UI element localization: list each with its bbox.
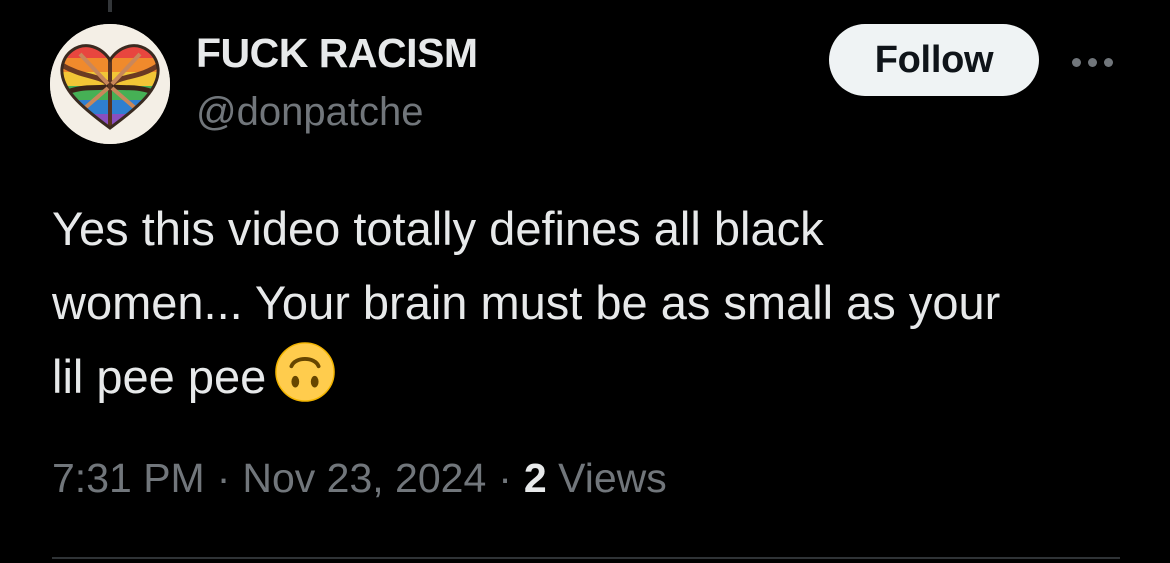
more-dot xyxy=(1103,57,1113,67)
more-dot xyxy=(1087,57,1097,67)
tweet-line: women... Your brain must be as small as … xyxy=(52,276,1001,329)
tweet-line-last: lil pee pee xyxy=(52,340,1132,414)
more-horizontal-icon[interactable] xyxy=(1064,44,1120,80)
tweet-time[interactable]: 7:31 PM xyxy=(52,455,205,501)
author-handle[interactable]: @donpatche xyxy=(196,90,423,135)
thread-connector-line xyxy=(108,0,112,12)
views-count: 2 xyxy=(523,455,547,501)
views-label: Views xyxy=(558,455,667,501)
rainbow-heart-hands-icon xyxy=(50,24,170,144)
follow-button[interactable]: Follow xyxy=(829,24,1039,96)
separator: · xyxy=(216,455,231,501)
tweet-date[interactable]: Nov 23, 2024 xyxy=(242,455,486,501)
author-display-name[interactable]: FUCK RACISM xyxy=(196,30,478,77)
divider xyxy=(52,557,1120,559)
more-dot xyxy=(1071,57,1081,67)
avatar[interactable] xyxy=(50,24,170,144)
tweet-text: Yes this video totally defines all black… xyxy=(52,192,1132,414)
tweet-line: lil pee pee xyxy=(52,350,267,403)
tweet-line: Yes this video totally defines all black xyxy=(52,202,824,255)
upside-down-face-emoji-icon xyxy=(274,341,336,403)
tweet-metadata: 7:31 PM · Nov 23, 2024 · 2 Views xyxy=(52,455,667,502)
separator: · xyxy=(498,455,512,501)
